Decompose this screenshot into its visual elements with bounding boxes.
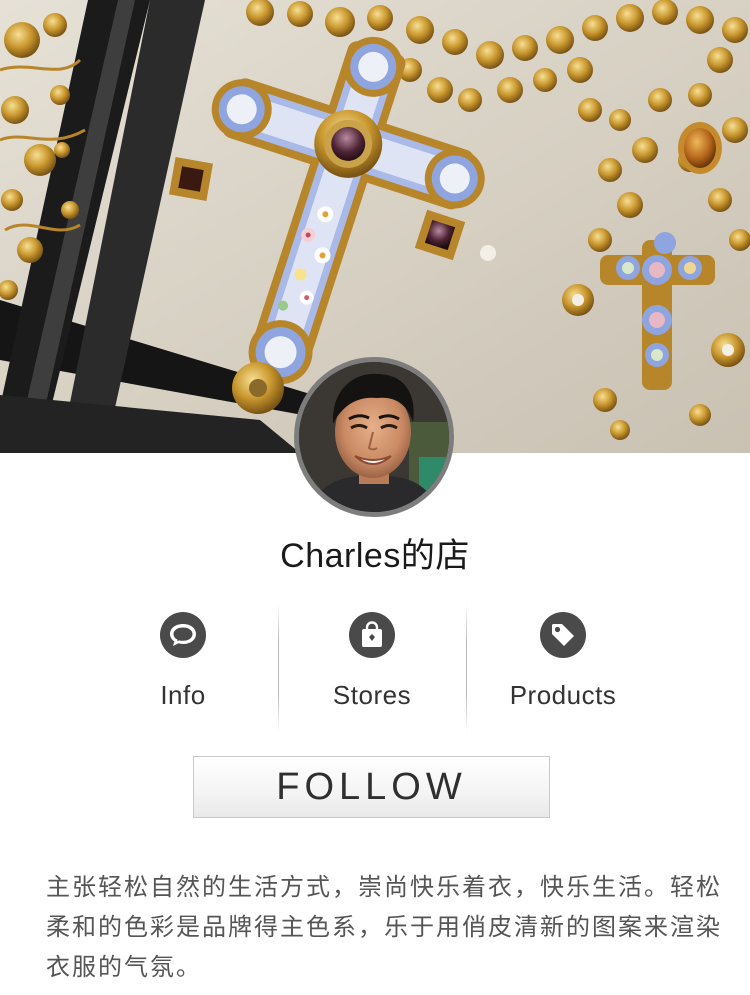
avatar-photo (299, 362, 449, 512)
shopping-bag-icon (349, 612, 395, 658)
nav-item-label: Products (509, 680, 617, 710)
divider (466, 604, 467, 732)
avatar[interactable] (294, 357, 454, 517)
shop-nav: Info Stores Products (0, 604, 750, 734)
follow-button[interactable]: FOLLOW (193, 756, 550, 818)
price-tag-icon (540, 612, 586, 658)
nav-item-stores[interactable]: Stores (279, 604, 465, 734)
chat-bubble-icon (160, 612, 206, 658)
shop-description: 主张轻松自然的生活方式，崇尚快乐着衣，快乐生活。轻松柔和的色彩是品牌得主色系，乐… (46, 874, 722, 981)
nav-item-label: Info (160, 680, 206, 710)
nav-item-info[interactable]: Info (90, 604, 276, 734)
nav-item-products[interactable]: Products (470, 604, 656, 734)
shop-name: Charles的店 (280, 537, 470, 575)
nav-item-label: Stores (332, 680, 412, 710)
